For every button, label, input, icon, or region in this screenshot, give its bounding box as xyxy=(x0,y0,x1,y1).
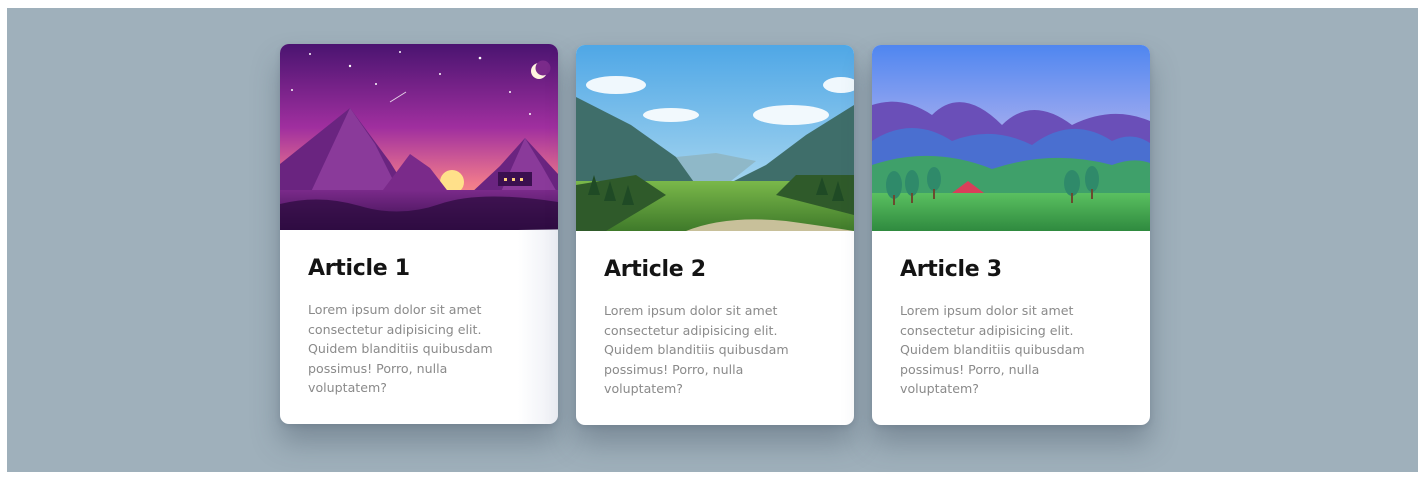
article-title: Article 3 xyxy=(900,257,1002,282)
article-card-3[interactable]: Article 3 Lorem ipsum dolor sit amet con… xyxy=(872,45,1150,425)
article-excerpt: Lorem ipsum dolor sit amet consectetur a… xyxy=(604,303,789,396)
article-card-2[interactable]: Article 2 Lorem ipsum dolor sit amet con… xyxy=(576,45,854,425)
article-card-1[interactable]: Article 1 Lorem ipsum dolor sit amet con… xyxy=(280,44,558,424)
article-title: Article 1 xyxy=(308,256,410,281)
page-background: Article 1 Lorem ipsum dolor sit amet con… xyxy=(7,8,1418,472)
article-image-green-valley xyxy=(576,45,854,231)
article-title: Article 2 xyxy=(604,257,706,282)
article-image-purple-night xyxy=(280,44,558,230)
article-excerpt: Lorem ipsum dolor sit amet consectetur a… xyxy=(308,302,493,395)
article-excerpt: Lorem ipsum dolor sit amet consectetur a… xyxy=(900,303,1085,396)
article-image-pastel-hills xyxy=(872,45,1150,231)
